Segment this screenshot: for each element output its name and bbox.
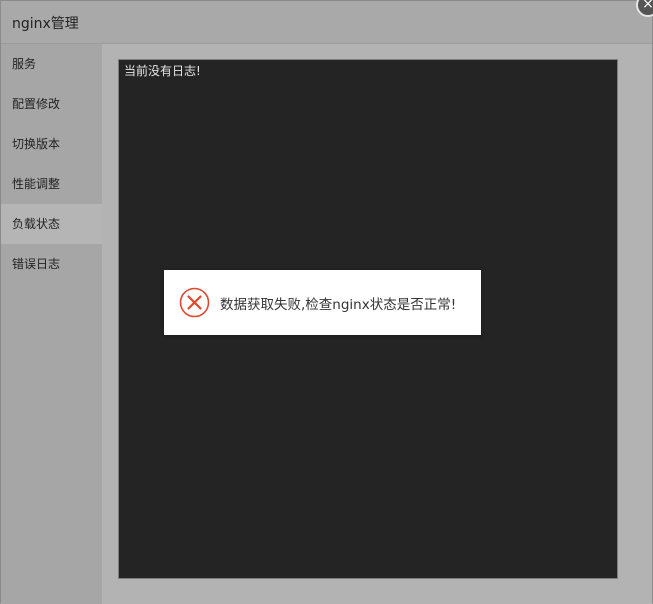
sidebar-item-performance[interactable]: 性能调整	[1, 164, 102, 204]
nginx-manager-window: nginx管理 × 服务 配置修改 切换版本 性能调整 负载状态 错误日志 当前…	[0, 0, 653, 604]
error-circle-icon	[179, 287, 210, 318]
sidebar: 服务 配置修改 切换版本 性能调整 负载状态 错误日志	[1, 44, 102, 604]
error-message-dialog: 数据获取失败,检查nginx状态是否正常!	[164, 270, 481, 335]
sidebar-item-service[interactable]: 服务	[1, 44, 102, 84]
log-empty-text: 当前没有日志!	[124, 64, 201, 78]
sidebar-item-error-log[interactable]: 错误日志	[1, 244, 102, 284]
error-message-text: 数据获取失败,检查nginx状态是否正常!	[220, 297, 457, 313]
sidebar-item-switch-version[interactable]: 切换版本	[1, 124, 102, 164]
window-title: nginx管理	[12, 16, 79, 32]
sidebar-item-load-status[interactable]: 负载状态	[1, 204, 102, 244]
window-titlebar: nginx管理	[1, 1, 652, 44]
sidebar-item-config-edit[interactable]: 配置修改	[1, 84, 102, 124]
